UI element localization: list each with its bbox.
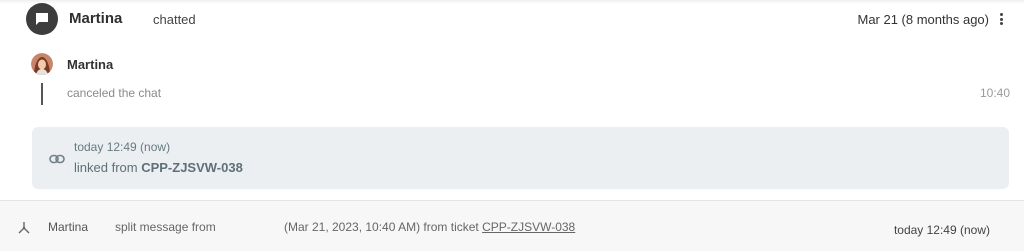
split-action: split message from <box>115 220 216 234</box>
message-quote-bar <box>41 83 43 105</box>
split-event-row: Martina split message from (Mar 21, 2023… <box>0 200 1024 251</box>
message-text: canceled the chat <box>67 86 162 100</box>
linked-note: today 12:49 (now) linked from CPP-ZJSVW-… <box>32 127 1009 189</box>
split-icon <box>16 221 32 235</box>
split-author[interactable]: Martina <box>48 220 88 234</box>
header-author[interactable]: Martina <box>69 10 122 27</box>
split-time: today 12:49 (now) <box>893 223 990 237</box>
more-vertical-icon[interactable] <box>999 13 1003 25</box>
linked-time: today 12:49 (now) <box>74 140 171 154</box>
split-detail-text: (Mar 21, 2023, 10:40 AM) from ticket <box>284 220 479 234</box>
linked-from-prefix: linked from <box>74 160 138 175</box>
message-author[interactable]: Martina <box>67 57 113 72</box>
header-date: Mar 21 (8 months ago) <box>857 12 989 27</box>
message-time: 10:40 <box>979 86 1010 100</box>
linked-ticket[interactable]: CPP-ZJSVW-038 <box>141 160 243 175</box>
split-detail: (Mar 21, 2023, 10:40 AM) from ticket CPP… <box>284 220 575 234</box>
link-icon <box>49 152 65 164</box>
chat-event-header: Martina chatted Mar 21 (8 months ago) <box>0 0 1024 40</box>
avatar <box>31 53 53 75</box>
header-action: chatted <box>153 12 196 27</box>
split-ticket-link[interactable]: CPP-ZJSVW-038 <box>482 220 575 234</box>
chat-bubble-icon <box>26 3 58 35</box>
linked-from: linked from CPP-ZJSVW-038 <box>74 160 243 175</box>
